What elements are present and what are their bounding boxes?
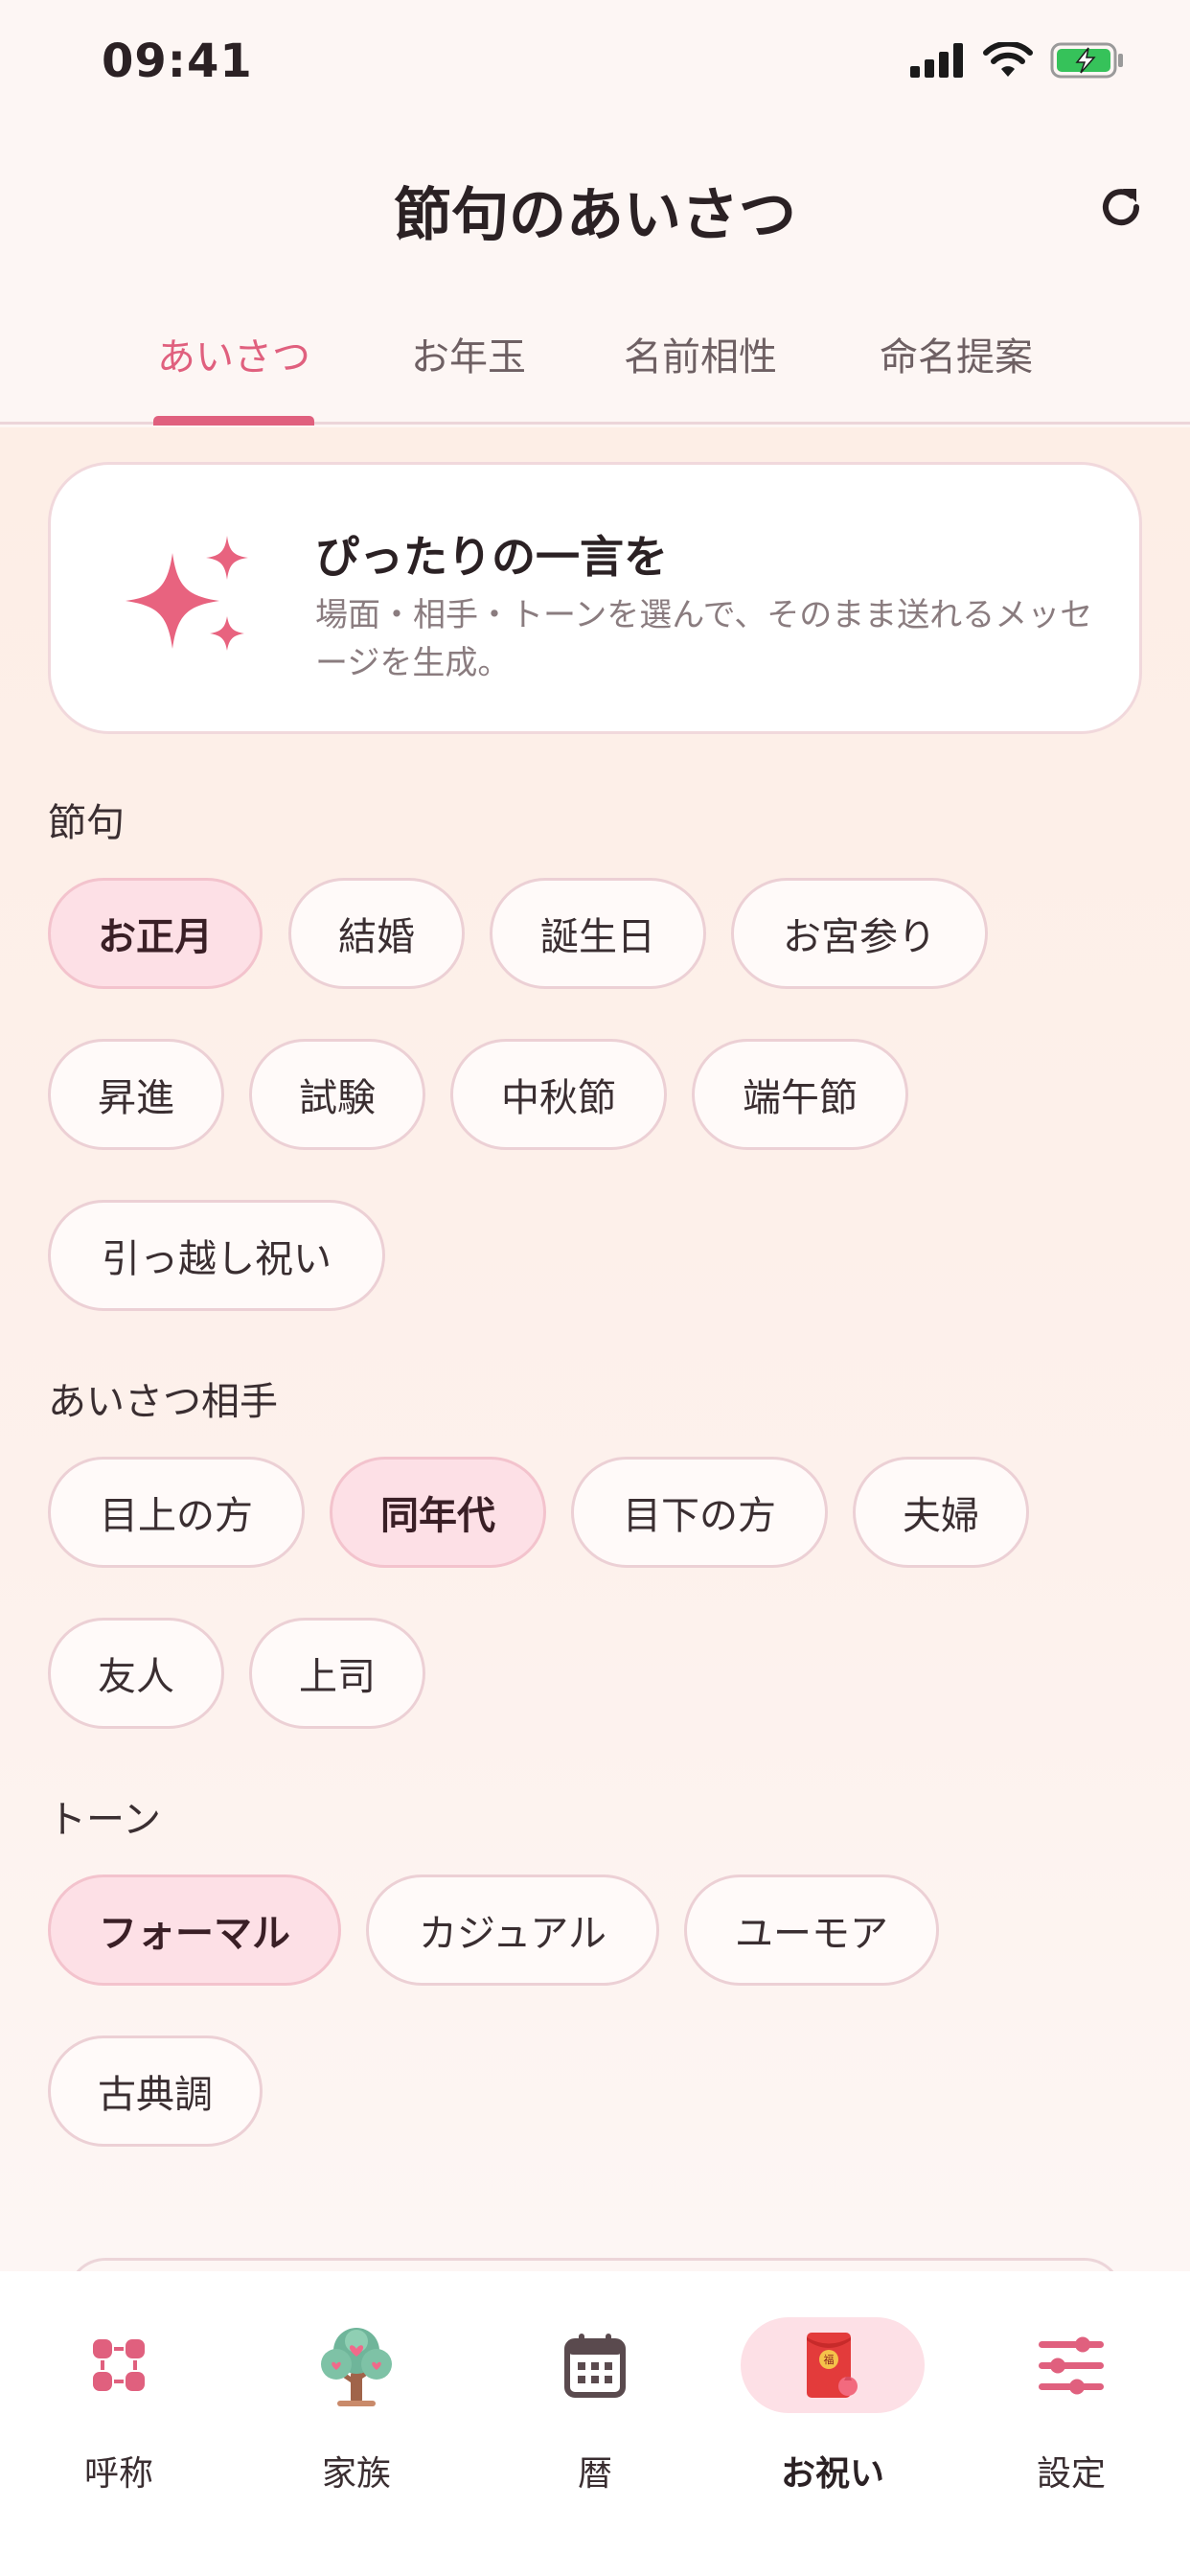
sparkles-icon (120, 534, 263, 668)
family-tree-icon (321, 2328, 392, 2406)
tabbar-icon-wrap (979, 2317, 1163, 2413)
section-label-recipient: あいさつ相手 (48, 1380, 278, 1424)
chip-occasion-exam[interactable]: 試験 (249, 1039, 425, 1150)
hero-title: ぴったりの一言を (315, 531, 668, 583)
chip-recipient-couple[interactable]: 夫婦 (853, 1457, 1029, 1568)
tabbar-label: 設定 (1036, 2454, 1106, 2494)
tab-naming[interactable]: 命名提案 (872, 326, 1041, 381)
chip-tone-humor[interactable]: ユーモア (684, 1874, 939, 1986)
tabbar-icon-wrap: 福 (741, 2317, 925, 2413)
section-label-occasion: 節句 (48, 801, 125, 845)
chip-recipient-peer[interactable]: 同年代 (330, 1457, 546, 1568)
tabbar-label: 呼称 (83, 2454, 153, 2494)
cellular-signal-icon (910, 43, 963, 78)
chip-occasion-wedding[interactable]: 結婚 (288, 878, 465, 989)
chip-recipient-senior[interactable]: 目上の方 (48, 1457, 305, 1568)
main-content: ぴったりの一言を 場面・相手・トーンを選んで、そのまま送れるメッセージを生成。 … (0, 427, 1190, 2296)
chip-tone-formal[interactable]: フォーマル (48, 1874, 341, 1986)
chip-occasion-tango[interactable]: 端午節 (692, 1039, 908, 1150)
chip-tone-casual[interactable]: カジュアル (366, 1874, 659, 1986)
chip-recipient-junior[interactable]: 目下の方 (571, 1457, 828, 1568)
tab-active-indicator (153, 416, 314, 426)
status-icons (910, 42, 1125, 79)
chip-occasion-moving[interactable]: 引っ越し祝い (48, 1200, 385, 1311)
tabbar-label: 家族 (321, 2454, 391, 2494)
chip-recipient-boss[interactable]: 上司 (249, 1618, 425, 1729)
nodes-icon (93, 2339, 145, 2391)
page-title: 節句のあいさつ (394, 182, 796, 249)
chip-tone-classical[interactable]: 古典調 (48, 2036, 263, 2147)
status-time: 09:41 (102, 34, 253, 88)
tabbar-item-celebration[interactable]: 福 お祝い (714, 2298, 951, 2518)
chip-occasion-new-year[interactable]: お正月 (48, 878, 263, 989)
red-envelope-icon: 福 (807, 2333, 858, 2398)
tabbar-icon-wrap (27, 2317, 211, 2413)
top-tabs: あいさつ お年玉 名前相性 命名提案 (0, 316, 1190, 426)
top-area: 09:41 節句のあいさつ あいさつ お年玉 名前相性 命名提案 (0, 0, 1190, 426)
tab-name-compat[interactable]: 名前相性 (616, 326, 785, 381)
tabbar-item-calendar[interactable]: 暦 (476, 2298, 714, 2518)
chip-recipient-friend[interactable]: 友人 (48, 1618, 224, 1729)
tabbar-item-settings[interactable]: 設定 (952, 2298, 1190, 2518)
chip-occasion-mid-autumn[interactable]: 中秋節 (450, 1039, 667, 1150)
tabbar-item-family[interactable]: 家族 (238, 2298, 475, 2518)
svg-text:福: 福 (824, 2353, 835, 2366)
tabbar-label: お祝い (780, 2454, 884, 2494)
refresh-button[interactable] (1090, 176, 1152, 238)
hero-card: ぴったりの一言を 場面・相手・トーンを選んで、そのまま送れるメッセージを生成。 (48, 462, 1142, 734)
chip-occasion-omiyamairi[interactable]: お宮参り (731, 878, 988, 989)
tabbar-item-address[interactable]: 呼称 (0, 2298, 238, 2518)
bottom-tab-bar: 呼称 家族 暦 福 お祝い 設定 (0, 2271, 1190, 2576)
tabbar-icon-wrap (503, 2317, 687, 2413)
section-label-tone: トーン (48, 1798, 161, 1842)
tab-greeting[interactable]: あいさつ (153, 326, 314, 381)
hero-description: 場面・相手・トーンを選んで、そのまま送れるメッセージを生成。 (315, 596, 1093, 682)
wifi-icon (983, 42, 1033, 77)
tab-otoshidama[interactable]: お年玉 (399, 326, 538, 381)
status-bar: 09:41 (0, 0, 1190, 130)
tabbar-icon-wrap (264, 2317, 448, 2413)
calendar-icon (564, 2334, 626, 2398)
tabbar-label: 暦 (577, 2454, 612, 2494)
chip-occasion-promotion[interactable]: 昇進 (48, 1039, 224, 1150)
sliders-icon (1039, 2336, 1104, 2395)
chip-occasion-birthday[interactable]: 誕生日 (490, 878, 706, 989)
battery-charging-icon (1050, 42, 1123, 79)
refresh-icon (1103, 189, 1140, 226)
